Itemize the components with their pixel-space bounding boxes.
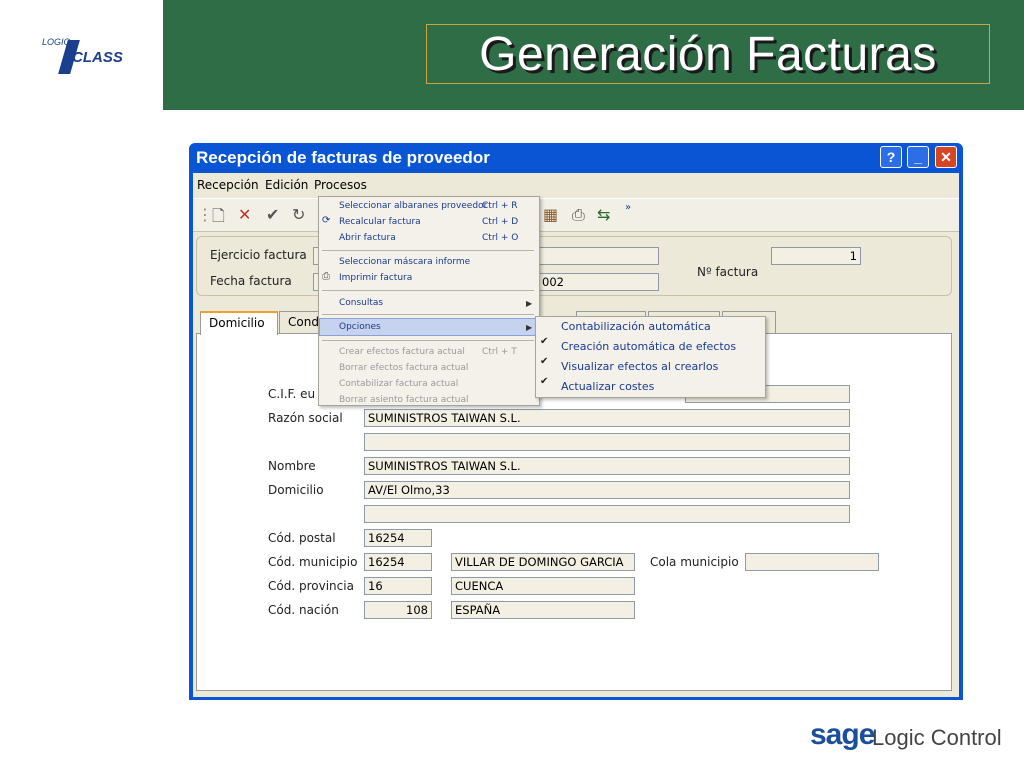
delete-icon[interactable]: ✕ [238,205,251,224]
new-document-icon[interactable]: 🗋 [212,205,225,232]
menu-item-imprimir[interactable]: Imprimir factura [339,273,412,283]
option-visualizar-efectos[interactable]: Visualizar efectos al crearlos [561,360,718,373]
calendar-icon[interactable]: ▦ [543,205,558,224]
menu-separator [322,290,534,291]
nfactura-field[interactable]: 1 [771,247,861,265]
municipio-code-field[interactable]: 16254 [364,553,432,571]
option-contabilizacion-automatica[interactable]: Contabilización automática [561,320,711,333]
codigo-field[interactable]: 002 [538,273,659,291]
menu-item-abrir-factura[interactable]: Abrir factura [339,233,396,243]
menu-separator [322,340,534,341]
menu-item-crear-efectos: Crear efectos factura actual [339,347,465,357]
submenu-arrow-icon: ▶ [526,299,533,308]
check-icon: ✔ [540,336,549,347]
printer-icon: ⎙ [322,271,330,282]
menu-item-recalcular[interactable]: Recalcular factura [339,217,421,227]
domicilio-field[interactable]: AV/El Olmo,33 [364,481,850,499]
nombre-field[interactable]: SUMINISTROS TAIWAN S.L. [364,457,850,475]
menu-item-borrar-efectos: Borrar efectos factura actual [339,363,469,373]
option-actualizar-costes[interactable]: Actualizar costes [561,380,654,393]
menu-separator [322,314,534,315]
provincia-name-field[interactable]: CUENCA [451,577,635,595]
nacion-code-field[interactable]: 108 [364,601,432,619]
print-icon[interactable]: ⎙ [572,205,585,225]
ejercicio-label: Ejercicio factura [210,248,307,262]
menu-procesos[interactable]: Procesos [314,178,367,192]
close-button[interactable]: ✕ [935,146,957,168]
cif-label: C.I.F. eu [268,387,316,401]
nacion-name-field[interactable]: ESPAÑA [451,601,635,619]
option-creacion-efectos[interactable]: Creación automática de efectos [561,340,736,353]
window-title: Recepción de facturas de proveedor [196,148,490,167]
provincia-code-field[interactable]: 16 [364,577,432,595]
minimize-button[interactable]: _ [907,146,929,168]
submenu-arrow-icon: ▶ [526,323,533,332]
fecha-label: Fecha factura [210,274,292,288]
razon-field[interactable]: SUMINISTROS TAIWAN S.L. [364,409,850,427]
slide-title: Generación Facturas [479,27,937,81]
slide-title-box: Generación Facturas [426,24,990,84]
tab-domicilio[interactable]: Domicilio [200,311,278,335]
domicilio-label: Domicilio [268,483,324,497]
sage-logo: sage [810,718,875,751]
provincia-label: Cód. provincia [268,579,354,593]
menu-recepcion[interactable]: Recepción [197,178,259,192]
domicilio-field-2[interactable] [364,505,850,523]
menu-item-seleccionar-mascara[interactable]: Seleccionar máscara informe [339,257,470,267]
toolbar-overflow-icon[interactable]: » [625,202,631,213]
menu-separator [322,250,534,251]
cp-label: Cód. postal [268,531,336,545]
menu-item-opciones[interactable]: Opciones [339,322,381,332]
razon-label: Razón social [268,411,343,425]
help-button[interactable]: ? [880,146,902,168]
shortcut-ctrl-t: Ctrl + T [482,347,517,357]
menu-item-contabilizar: Contabilizar factura actual [339,379,459,389]
logicclass-logo: CLASS [72,49,123,66]
check-icon: ✔ [540,376,549,387]
nfactura-label: Nº factura [697,265,759,279]
nacion-label: Cód. nación [268,603,339,617]
shortcut-ctrl-r: Ctrl + R [482,201,518,211]
refresh-icon[interactable]: ↻ [292,205,305,224]
municipio-label: Cód. municipio [268,555,358,569]
menu-item-borrar-asiento: Borrar asiento factura actual [339,395,469,405]
cola-municipio-label: Cola municipio [650,555,739,569]
shortcut-ctrl-o: Ctrl + O [482,233,519,243]
razon-field-2[interactable] [364,433,850,451]
cp-field[interactable]: 16254 [364,529,432,547]
check-icon: ✔ [540,356,549,367]
tab-condiciones[interactable]: Cond [279,311,321,333]
recalculate-icon: ⟳ [322,215,331,226]
nombre-label: Nombre [268,459,316,473]
menu-edicion[interactable]: Edición [265,178,308,192]
toolbar-grip-icon: ⋮ [197,205,213,224]
municipio-name-field[interactable]: VILLAR DE DOMINGO GARCIA [451,553,635,571]
sage-logo-text: Logic Control [872,725,1002,750]
menu-item-seleccionar-albaranes[interactable]: Seleccionar albaranes proveedor [339,201,487,211]
export-icon[interactable]: ⇆ [597,205,610,224]
serie-field[interactable] [538,247,659,265]
shortcut-ctrl-d: Ctrl + D [482,217,519,227]
cola-municipio-field[interactable] [745,553,879,571]
menu-item-consultas[interactable]: Consultas [339,298,383,308]
accept-check-icon[interactable]: ✔ [266,205,279,224]
